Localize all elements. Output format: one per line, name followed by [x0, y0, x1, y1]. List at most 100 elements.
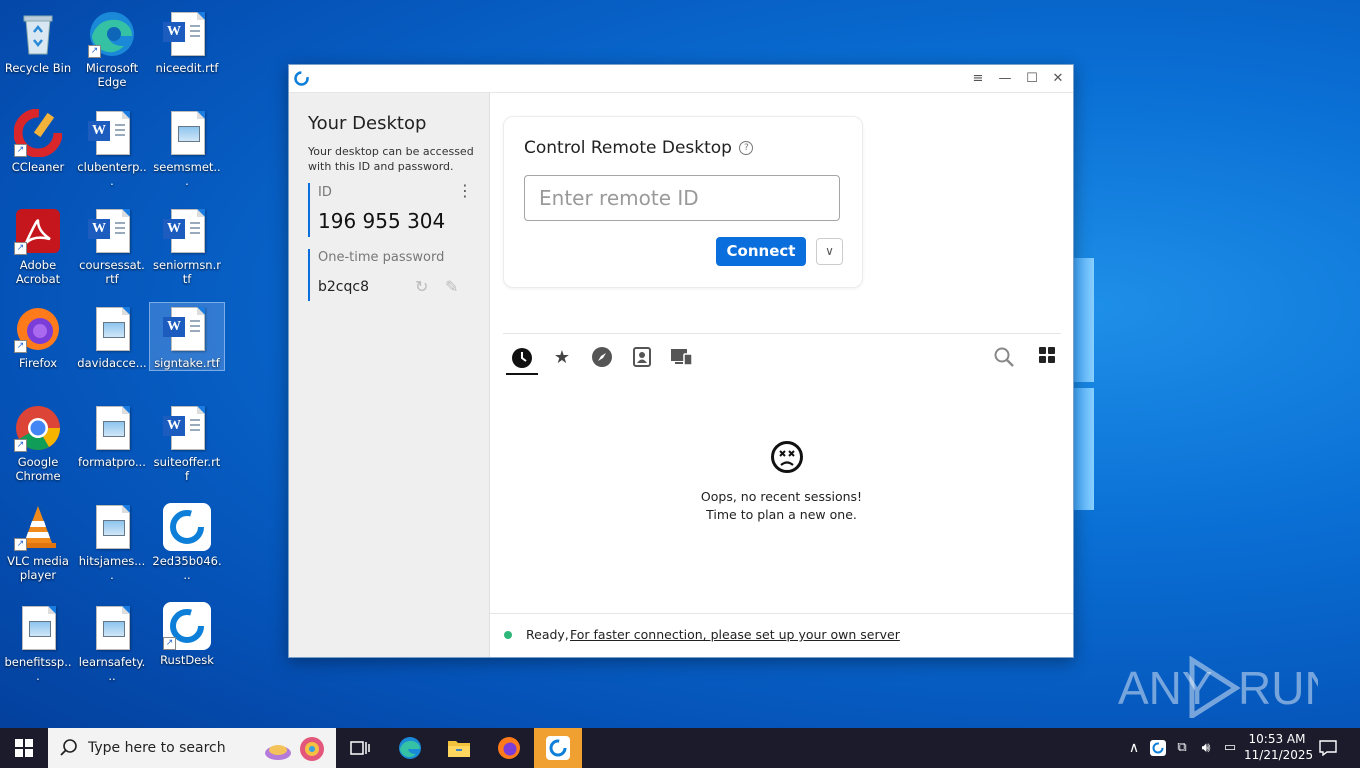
desktop-icon-rustdesk[interactable]: ↗ RustDesk: [150, 596, 224, 686]
main-panel: Control Remote Desktop ? Enter remote ID…: [490, 93, 1073, 657]
shortcut-arrow-icon: ↗: [14, 439, 27, 452]
desktop-icon-file[interactable]: davidacce...: [75, 299, 149, 389]
clock-date: 11/21/2025: [1244, 748, 1314, 762]
desktop-icon-label: signtake.rtf: [154, 356, 220, 370]
notifications-icon[interactable]: [1314, 728, 1342, 768]
desktop-icon-label: suiteoffer.rtf: [153, 455, 221, 483]
ccleaner-icon: ↗: [13, 108, 63, 158]
control-remote-title-text: Control Remote Desktop: [524, 138, 732, 158]
desktop-icon-label: 2ed35b046...: [152, 554, 222, 582]
desktop-icon-file[interactable]: formatpro...: [75, 398, 149, 488]
desktop-icon-file[interactable]: W niceedit.rtf: [150, 4, 224, 94]
desktop-icon-file[interactable]: W coursessat.rtf: [75, 201, 149, 291]
edit-password-icon[interactable]: ✎: [445, 277, 458, 296]
taskbar-edge-icon[interactable]: [386, 728, 434, 768]
desktop-icon-file[interactable]: W suiteoffer.rtf: [150, 398, 224, 488]
title-bar[interactable]: ≡ — ☐ ✕: [289, 65, 1073, 93]
taskbar-search-box[interactable]: Type here to search: [48, 728, 336, 768]
rustdesk-window: ≡ — ☐ ✕ Your Desktop Your desktop can be…: [288, 64, 1074, 658]
volume-icon[interactable]: 🔊︎: [1194, 728, 1218, 768]
desktop-icon-google-chrome[interactable]: ↗ Google Chrome: [1, 398, 75, 488]
password-label: One-time password: [318, 250, 445, 265]
tab-favorites[interactable]: ★: [550, 346, 574, 370]
desktop-icon-label: Google Chrome: [15, 455, 61, 483]
star-icon: ★: [553, 347, 571, 368]
desktop-icon-firefox[interactable]: ↗ Firefox: [1, 299, 75, 389]
desktop-icon-file[interactable]: hitsjames....: [75, 497, 149, 587]
desktop-icon-label: coursessat.rtf: [79, 258, 145, 286]
tab-discovered[interactable]: [590, 346, 614, 370]
anyrun-watermark: ANY RUN: [1118, 655, 1338, 721]
desktop-icon-rustdesk-exe[interactable]: 2ed35b046...: [150, 497, 224, 587]
minimize-button[interactable]: —: [994, 69, 1016, 89]
your-desktop-panel: Your Desktop Your desktop can be accesse…: [289, 93, 490, 657]
network-icon[interactable]: ▭: [1218, 728, 1242, 768]
shortcut-arrow-icon: ↗: [14, 340, 27, 353]
connect-options-dropdown[interactable]: ∨: [816, 238, 843, 265]
desktop-icon-label: formatpro...: [78, 455, 146, 469]
password-value[interactable]: b2cqc8: [318, 279, 369, 295]
wallpaper-beam: [1072, 388, 1094, 510]
tray-meet-now-icon[interactable]: ⧉: [1170, 728, 1194, 768]
task-view-icon[interactable]: [336, 728, 384, 768]
desktop-icon-label: CCleaner: [11, 160, 65, 174]
empty-state-line2: Time to plan a new one.: [706, 507, 857, 522]
vlc-cone-icon: ↗: [14, 503, 62, 551]
tray-rustdesk-icon[interactable]: [1146, 728, 1170, 768]
address-book-icon: [633, 347, 651, 367]
menu-icon[interactable]: ≡: [967, 69, 989, 89]
desktop-icon-label: Firefox: [18, 356, 58, 370]
desktop-icon-recycle-bin[interactable]: Recycle Bin: [1, 4, 75, 94]
taskbar-firefox-icon[interactable]: [485, 728, 533, 768]
connect-button[interactable]: Connect: [716, 237, 806, 266]
word-document-icon: W: [88, 109, 136, 157]
shortcut-arrow-icon: ↗: [14, 144, 27, 157]
close-button[interactable]: ✕: [1047, 69, 1069, 89]
desktop-icon-file[interactable]: W seniormsn.rtf: [150, 201, 224, 291]
desktop-icon-label: VLC media player: [7, 554, 69, 582]
tab-devices[interactable]: [670, 346, 694, 370]
devices-icon: [671, 349, 693, 366]
setup-server-link[interactable]: For faster connection, please set up you…: [570, 627, 900, 642]
start-button[interactable]: [0, 728, 48, 768]
desktop-icon-microsoft-edge[interactable]: ↗ Microsoft Edge: [75, 4, 149, 94]
more-options-icon[interactable]: ⋮: [457, 183, 473, 199]
control-remote-card: Control Remote Desktop ? Enter remote ID…: [503, 116, 863, 288]
taskbar-clock[interactable]: 10:53 AM 11/21/2025: [1244, 731, 1314, 763]
clock-icon: [512, 348, 532, 368]
desktop-icon-file-selected[interactable]: W signtake.rtf: [149, 302, 225, 371]
file-explorer-icon[interactable]: [435, 728, 483, 768]
image-file-icon: [88, 604, 136, 652]
status-dot: [504, 631, 512, 639]
desktop-icon-file[interactable]: W clubenterp...: [75, 103, 149, 193]
desktop-icon-file[interactable]: learnsafety...: [75, 598, 149, 688]
desktop-icon-label: hitsjames....: [78, 554, 146, 582]
id-value[interactable]: 196 955 304: [318, 209, 445, 233]
desktop-icon-ccleaner[interactable]: ↗ CCleaner: [1, 103, 75, 193]
show-hidden-icons-chevron[interactable]: ∧: [1122, 728, 1146, 768]
desktop-icon-label: benefitssp...: [4, 655, 72, 683]
taskbar-rustdesk-active[interactable]: [534, 728, 582, 768]
word-document-icon: W: [163, 207, 211, 255]
image-file-icon: [163, 109, 211, 157]
id-accent-bar: [308, 183, 310, 237]
tab-address-book[interactable]: [630, 346, 654, 370]
desktop-icon-vlc[interactable]: ↗ VLC media player: [1, 497, 75, 587]
chrome-icon: ↗: [14, 404, 62, 452]
grid-view-icon[interactable]: [1035, 346, 1059, 370]
desktop-icon-file[interactable]: benefitssp...: [1, 598, 75, 688]
tab-recent-sessions[interactable]: [510, 346, 534, 370]
control-remote-title: Control Remote Desktop ?: [524, 138, 754, 158]
image-file-icon: [88, 503, 136, 551]
refresh-password-icon[interactable]: ↻: [415, 277, 428, 296]
help-icon[interactable]: ?: [739, 141, 754, 155]
compass-icon: [592, 347, 612, 367]
remote-id-input[interactable]: Enter remote ID: [524, 175, 840, 221]
search-icon[interactable]: [992, 346, 1016, 370]
firefox-icon: ↗: [14, 305, 62, 353]
desktop-icon-label: clubenterp...: [77, 160, 147, 188]
desktop-icon-file[interactable]: seemsmet...: [150, 103, 224, 193]
maximize-button[interactable]: ☐: [1021, 69, 1043, 89]
shortcut-arrow-icon: ↗: [14, 242, 27, 255]
desktop-icon-adobe-acrobat[interactable]: ↗ Adobe Acrobat: [1, 201, 75, 291]
